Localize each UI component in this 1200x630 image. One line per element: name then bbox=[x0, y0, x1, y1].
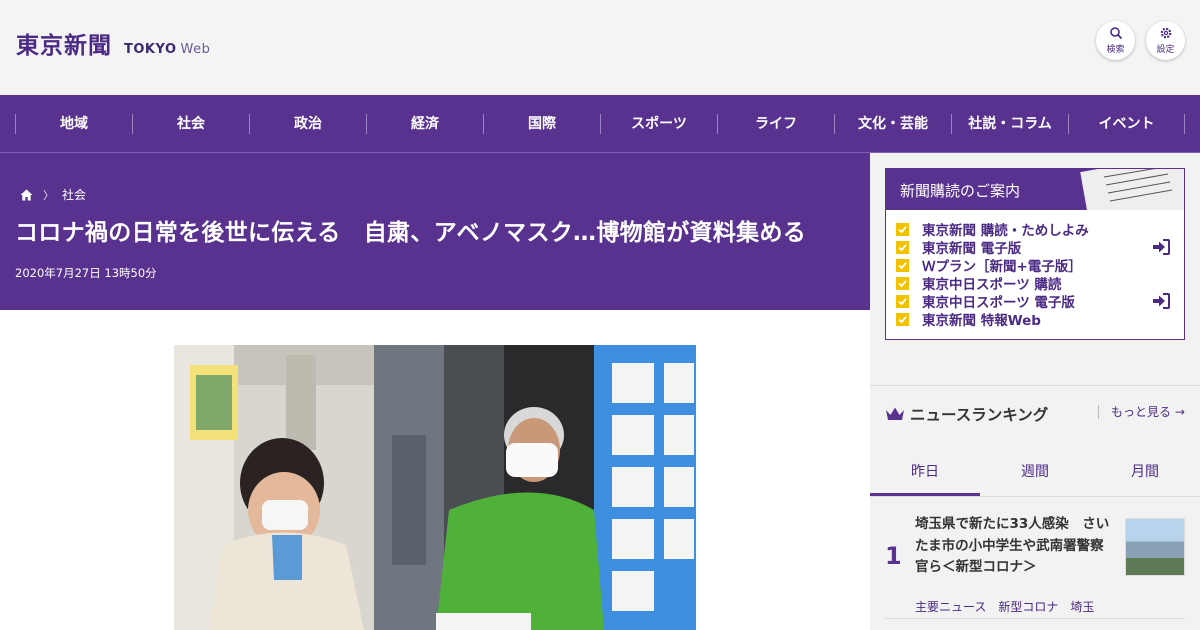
tag-link[interactable]: 新型コロナ bbox=[998, 598, 1058, 615]
tab-monthly[interactable]: 月間 bbox=[1090, 446, 1200, 496]
ranking-divider bbox=[885, 618, 1185, 619]
subscription-item-label: 東京新聞 特報Web bbox=[922, 313, 1041, 329]
nav-item-region[interactable]: 地域 bbox=[15, 113, 132, 134]
main-nav: 地域 社会 政治 経済 国際 スポーツ ライフ 文化・芸能 社説・コラム イベン… bbox=[0, 95, 1200, 153]
search-label: 検索 bbox=[1106, 45, 1125, 55]
nav-item-life[interactable]: ライフ bbox=[717, 113, 834, 134]
checkbox-icon bbox=[896, 276, 909, 290]
newspaper-graphic bbox=[1080, 169, 1184, 210]
checkbox-icon bbox=[896, 222, 909, 236]
subscription-item-label: 東京中日スポーツ 電子版 bbox=[922, 295, 1075, 311]
nav-item-politics[interactable]: 政治 bbox=[249, 113, 366, 134]
checkbox-icon bbox=[896, 312, 909, 326]
tab-weekly[interactable]: 週間 bbox=[980, 446, 1090, 496]
article-date: 2020年7月27日 13時50分 bbox=[15, 266, 157, 280]
ranking-title: ニュースランキング bbox=[910, 406, 1049, 424]
ranking-tabs: 昨日 週間 月間 bbox=[870, 446, 1200, 497]
nav-item-economy[interactable]: 経済 bbox=[366, 113, 483, 134]
gear-icon bbox=[1160, 27, 1171, 39]
tag-link[interactable]: 埼玉 bbox=[1070, 598, 1094, 615]
nav-item-society[interactable]: 社会 bbox=[132, 113, 249, 134]
home-icon[interactable] bbox=[20, 189, 33, 201]
breadcrumb-separator: 〉 bbox=[43, 188, 54, 202]
search-button[interactable]: 検索 bbox=[1096, 21, 1135, 60]
ranking-item-title[interactable]: 埼玉県で新たに33人感染 さいたま市の小中学生や武南署警察官ら＜新型コロナ＞ bbox=[915, 514, 1110, 579]
breadcrumb-category[interactable]: 社会 bbox=[62, 186, 86, 203]
subscription-box: 新聞購読のご案内 東京新聞 購読・ためしよみ 東京新聞 電子版 Ｗプラン［新聞+… bbox=[885, 168, 1185, 340]
article-headline: コロナ禍の日常を後世に伝える 自粛、アベノマスク…博物館が資料集める bbox=[15, 220, 807, 246]
crown-icon bbox=[886, 407, 904, 420]
subscription-item[interactable]: Ｗプラン［新聞+電子版］ bbox=[896, 256, 1184, 275]
subscription-item-label: 東京新聞 購読・ためしよみ bbox=[922, 223, 1089, 239]
nav-item-sports[interactable]: スポーツ bbox=[600, 113, 717, 134]
subscription-item[interactable]: 東京新聞 電子版 bbox=[896, 238, 1184, 257]
subscription-item-label: 東京新聞 電子版 bbox=[922, 241, 1022, 257]
site-logo[interactable]: 東京新聞 TOKYO Web bbox=[16, 26, 210, 60]
login-icon[interactable] bbox=[1152, 293, 1170, 309]
news-ranking: ニュースランキング もっと見る → 昨日 週間 月間 1 埼玉県で新たに33人感… bbox=[870, 385, 1200, 630]
nav-item-international[interactable]: 国際 bbox=[483, 113, 600, 134]
settings-button[interactable]: 設定 bbox=[1146, 21, 1185, 60]
sidebar: 新聞購読のご案内 東京新聞 購読・ためしよみ 東京新聞 電子版 Ｗプラン［新聞+… bbox=[870, 153, 1200, 630]
subscription-item[interactable]: 東京中日スポーツ 購読 bbox=[896, 274, 1184, 293]
settings-label: 設定 bbox=[1156, 45, 1175, 55]
subscription-item-label: Ｗプラン［新聞+電子版］ bbox=[922, 259, 1082, 275]
more-label: もっと見る bbox=[1111, 405, 1172, 419]
arrow-right-icon: → bbox=[1174, 405, 1185, 419]
subscription-title: 新聞購読のご案内 bbox=[900, 182, 1021, 200]
search-icon bbox=[1109, 27, 1122, 40]
ranking-heading: ニュースランキング bbox=[885, 403, 1048, 425]
ranking-tags: 主要ニュース 新型コロナ 埼玉 bbox=[915, 598, 1094, 615]
subscription-list: 東京新聞 購読・ためしよみ 東京新聞 電子版 Ｗプラン［新聞+電子版］ 東京中日… bbox=[886, 210, 1184, 329]
logo-web: Web bbox=[180, 42, 211, 57]
nav-item-culture[interactable]: 文化・芸能 bbox=[834, 113, 951, 134]
subscription-header: 新聞購読のご案内 bbox=[886, 169, 1184, 210]
ranking-number: 1 bbox=[885, 542, 902, 570]
tab-yesterday[interactable]: 昨日 bbox=[870, 446, 980, 496]
ranking-thumbnail[interactable] bbox=[1125, 518, 1185, 576]
checkbox-icon bbox=[896, 294, 909, 308]
login-icon[interactable] bbox=[1152, 239, 1170, 255]
checkbox-icon bbox=[896, 240, 909, 254]
article-photo bbox=[174, 345, 696, 630]
article-body bbox=[0, 310, 870, 630]
nav-item-events[interactable]: イベント bbox=[1068, 113, 1185, 134]
article-photo-illustration bbox=[174, 345, 696, 630]
site-header: 東京新聞 TOKYO Web 検索 設定 bbox=[0, 0, 1200, 95]
nav-item-editorial[interactable]: 社説・コラム bbox=[951, 113, 1068, 134]
subscription-item-label: 東京中日スポーツ 購読 bbox=[922, 277, 1062, 293]
logo-english: TOKYO Web bbox=[124, 42, 210, 57]
logo-japanese: 東京新聞 bbox=[16, 32, 112, 59]
ranking-more-link[interactable]: もっと見る → bbox=[1098, 405, 1185, 419]
article-header: 〉 社会 コロナ禍の日常を後世に伝える 自粛、アベノマスク…博物館が資料集める … bbox=[0, 153, 870, 310]
tag-link[interactable]: 主要ニュース bbox=[915, 598, 986, 615]
subscription-item[interactable]: 東京新聞 特報Web bbox=[896, 310, 1184, 329]
breadcrumb: 〉 社会 bbox=[20, 186, 86, 203]
subscription-item[interactable]: 東京新聞 購読・ためしよみ bbox=[896, 220, 1184, 239]
subscription-item[interactable]: 東京中日スポーツ 電子版 bbox=[896, 292, 1184, 311]
logo-tokyo: TOKYO bbox=[124, 42, 177, 57]
checkbox-icon bbox=[896, 258, 909, 272]
